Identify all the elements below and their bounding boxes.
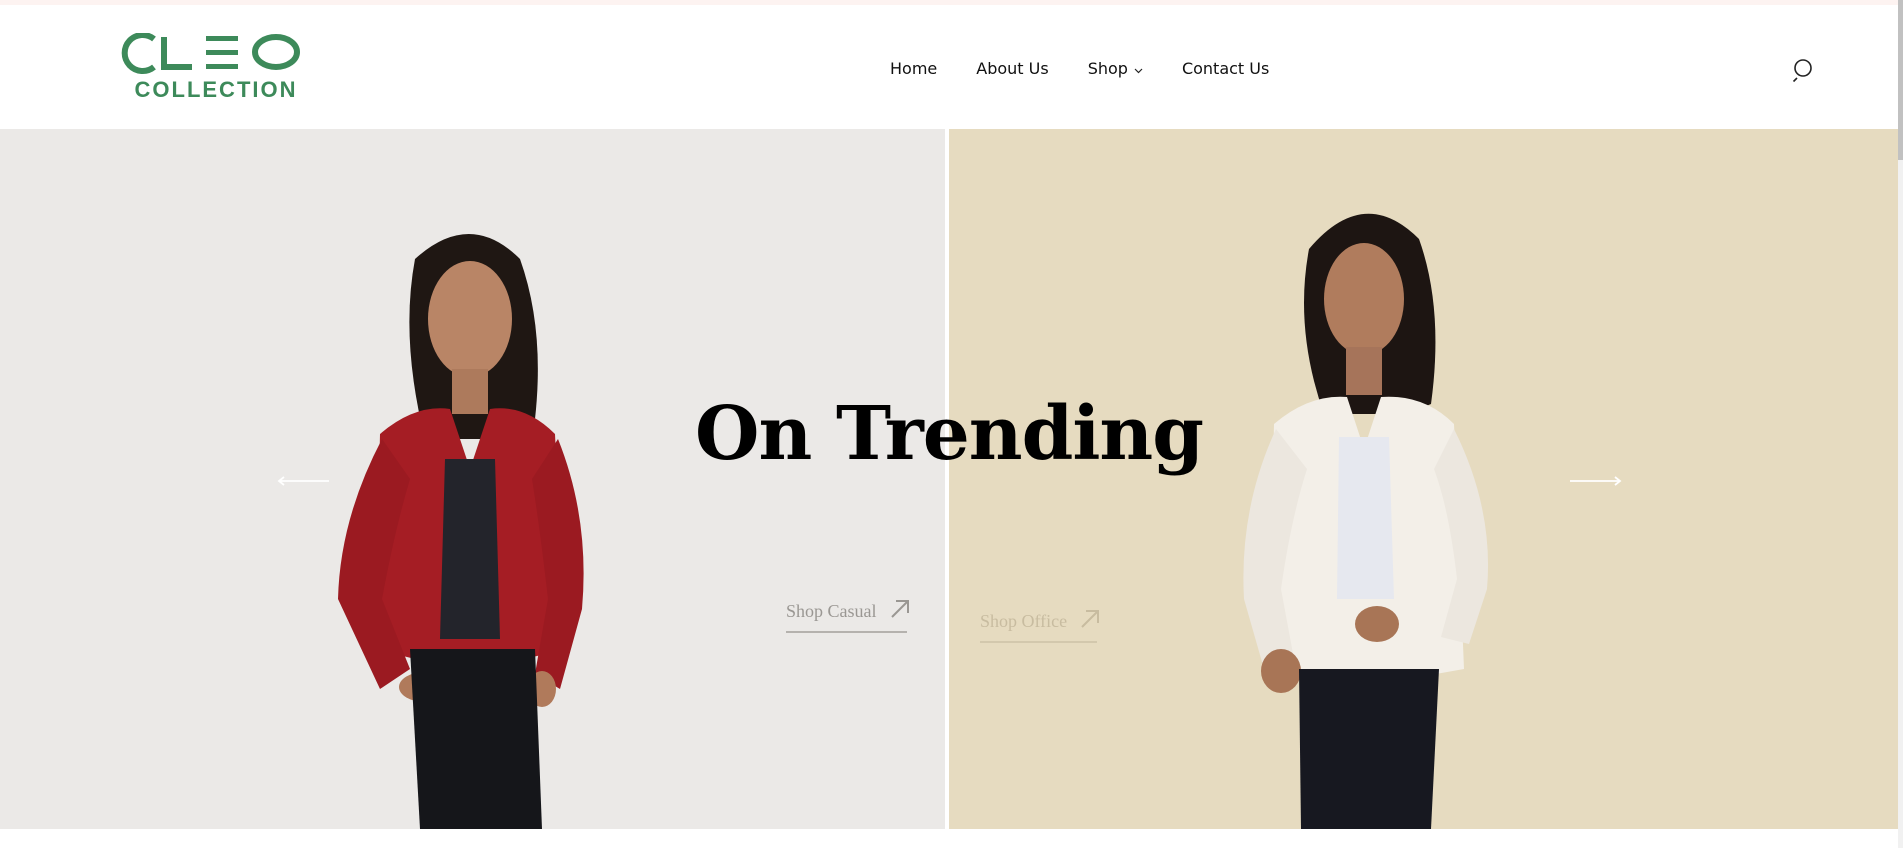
brand-logo[interactable]: COLLECTION	[112, 33, 322, 103]
hero-panel-casual	[0, 129, 945, 829]
model-office-image	[1243, 213, 1489, 829]
nav-home[interactable]: Home	[890, 59, 937, 78]
arrow-left-icon[interactable]	[277, 473, 331, 487]
hero-title: On Trending	[695, 391, 1204, 477]
nav-shop[interactable]: Shop	[1088, 59, 1143, 78]
hero-panel-office	[949, 129, 1898, 829]
nav-about-us-label: About Us	[976, 59, 1049, 78]
arrow-right-icon[interactable]	[1568, 473, 1622, 487]
shop-office-label: Shop Office	[980, 611, 1068, 631]
shop-office-underline	[980, 641, 1097, 643]
shop-casual-label: Shop Casual	[786, 601, 877, 621]
search-icon[interactable]	[1792, 58, 1818, 84]
hero-slider: On Trending Shop Casual Shop Office	[0, 129, 1898, 829]
nav-about-us[interactable]: About Us	[976, 59, 1048, 78]
shop-office-link[interactable]: Shop Office	[980, 609, 1100, 643]
shop-casual-link[interactable]: Shop Casual	[786, 599, 910, 633]
page-scrollbar-thumb[interactable]	[1898, 0, 1903, 160]
svg-text:COLLECTION: COLLECTION	[135, 77, 298, 102]
nav-contact-us-label: Contact Us	[1181, 59, 1270, 78]
site-header: COLLECTION Home About Us Shop Contact Us	[0, 5, 1898, 129]
shop-casual-underline	[786, 631, 907, 633]
nav-shop-label: Shop	[1087, 59, 1128, 78]
nav-contact-us[interactable]: Contact Us	[1182, 59, 1269, 78]
arrow-up-right-icon	[890, 599, 910, 624]
main-navigation: Home About Us Shop Contact Us	[890, 59, 1269, 78]
model-casual-image	[338, 234, 584, 829]
arrow-up-right-icon	[1080, 609, 1100, 634]
nav-home-label: Home	[890, 59, 938, 78]
chevron-down-icon	[1134, 59, 1143, 78]
